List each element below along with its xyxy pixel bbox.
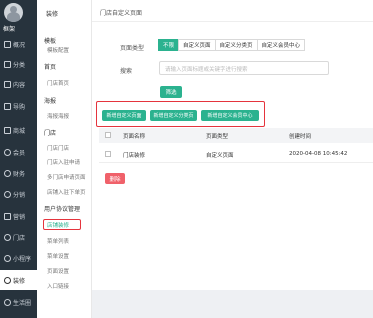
tab-custom-member-center[interactable]: 自定义会员中心 bbox=[256, 39, 306, 51]
sub-group-home: 首页 bbox=[44, 64, 57, 71]
row-checkbox[interactable] bbox=[105, 151, 111, 157]
nav-item-overview[interactable]: 概况 bbox=[0, 34, 37, 54]
new-custom-category-button[interactable]: 新增自定义分类页 bbox=[150, 110, 197, 121]
nav-item-finance[interactable]: 财务 bbox=[0, 163, 37, 183]
sub-group-template: 模板 bbox=[44, 38, 57, 45]
sub-item-store-decorate[interactable]: 店铺装修 bbox=[43, 219, 81, 230]
sub-item-store-order[interactable]: 店铺入驻下单页 bbox=[47, 188, 86, 196]
sub-group-agreement: 用户协议管理 bbox=[44, 206, 81, 213]
store-icon bbox=[4, 233, 11, 241]
filter-button[interactable]: 筛选 bbox=[160, 86, 182, 98]
decorate-icon bbox=[4, 276, 11, 284]
sub-item-multi-store-apply[interactable]: 多门店申请页面 bbox=[47, 173, 86, 181]
category-icon bbox=[4, 60, 11, 68]
sub-item-menu-settings[interactable]: 菜单设置 bbox=[47, 252, 69, 260]
nav-item-distribution[interactable]: 分销 bbox=[0, 184, 37, 204]
nav-item-decorate[interactable]: 装修 bbox=[0, 270, 37, 290]
overview-icon bbox=[4, 40, 11, 48]
primary-sidebar: 框架 概况 分类 内容 导购 商城 会员 财务 分销 营销 门店 小程序 装修 … bbox=[0, 0, 37, 318]
secondary-sidebar: 装修 模板 模板配置 首页 门店首页 海报 海报海报 门店 门店门店 门店入驻申… bbox=[37, 0, 92, 318]
table-header: 页面名称 页面类型 创建时间 bbox=[99, 128, 373, 143]
finance-icon bbox=[4, 169, 11, 177]
search-input[interactable]: 请输入页面标题或关键字进行搜索 bbox=[159, 61, 329, 75]
nav-item-store[interactable]: 门店 bbox=[0, 227, 37, 247]
column-header-type: 页面类型 bbox=[206, 134, 229, 140]
row-created-time: 2020-04-08 10:45:42 bbox=[289, 151, 348, 157]
nav-item-life-circle[interactable]: 生活圈 bbox=[0, 292, 37, 312]
shop-icon bbox=[4, 126, 11, 134]
column-header-name: 页面名称 bbox=[123, 134, 146, 140]
nav-item-shop[interactable]: 商城 bbox=[0, 120, 37, 140]
row-page-name: 门店装修 bbox=[123, 153, 146, 159]
sub-item-entry-link[interactable]: 入口链接 bbox=[47, 282, 69, 290]
delete-button[interactable]: 删除 bbox=[105, 173, 125, 184]
member-icon bbox=[4, 148, 11, 156]
nav-item-member[interactable]: 会员 bbox=[0, 142, 37, 162]
sub-item-template-config[interactable]: 模板配置 bbox=[47, 46, 69, 54]
table-row[interactable]: 门店装修 自定义页面 2020-04-08 10:45:42 bbox=[99, 147, 373, 163]
tab-all[interactable]: 不限 bbox=[158, 39, 180, 51]
sub-item-store[interactable]: 门店门店 bbox=[47, 144, 69, 152]
marketing-icon bbox=[4, 212, 11, 220]
sub-item-store-home[interactable]: 门店首页 bbox=[47, 79, 69, 87]
nav-item-guide[interactable]: 导购 bbox=[0, 96, 37, 116]
content-footer-area bbox=[92, 290, 373, 318]
page-type-tabs: 不限 自定义页面 自定义分类页 自定义会员中心 bbox=[158, 39, 306, 51]
life-circle-icon bbox=[4, 298, 11, 306]
distribution-icon bbox=[4, 190, 11, 198]
page-type-label: 页面类型 bbox=[120, 45, 145, 52]
content-icon bbox=[4, 80, 11, 88]
sub-item-menu-list[interactable]: 菜单列表 bbox=[47, 237, 69, 245]
sub-item-poster[interactable]: 海报海报 bbox=[47, 112, 69, 120]
avatar[interactable] bbox=[4, 3, 23, 22]
nav-item-miniapp[interactable]: 小程序 bbox=[0, 248, 37, 268]
tab-custom-page[interactable]: 自定义页面 bbox=[178, 39, 216, 51]
new-custom-member-center-button[interactable]: 新增自定义会员中心 bbox=[201, 110, 259, 121]
nav-item-content[interactable]: 内容 bbox=[0, 74, 37, 94]
sub-group-poster: 海报 bbox=[44, 98, 57, 105]
sub-group-store: 门店 bbox=[44, 130, 57, 137]
top-bar: 门店自定义页面 bbox=[92, 0, 373, 22]
column-header-created: 创建时间 bbox=[289, 134, 312, 140]
brand-name: 框架 bbox=[3, 26, 16, 33]
new-custom-page-button[interactable]: 新增自定义页面 bbox=[102, 110, 146, 121]
sub-item-page-settings[interactable]: 页面设置 bbox=[47, 267, 69, 275]
nav-item-marketing[interactable]: 营销 bbox=[0, 206, 37, 226]
select-all-checkbox[interactable] bbox=[105, 132, 111, 138]
sub-item-store-apply[interactable]: 门店入驻申请 bbox=[47, 158, 80, 166]
row-page-type: 自定义页面 bbox=[206, 153, 234, 159]
tab-custom-category[interactable]: 自定义分类页 bbox=[214, 39, 258, 51]
breadcrumb: 门店自定义页面 bbox=[100, 10, 143, 17]
nav-item-category[interactable]: 分类 bbox=[0, 54, 37, 74]
search-label: 搜索 bbox=[120, 68, 133, 75]
guide-icon bbox=[4, 102, 11, 110]
sub-sidebar-title: 装修 bbox=[46, 11, 59, 18]
miniapp-icon bbox=[4, 254, 11, 262]
